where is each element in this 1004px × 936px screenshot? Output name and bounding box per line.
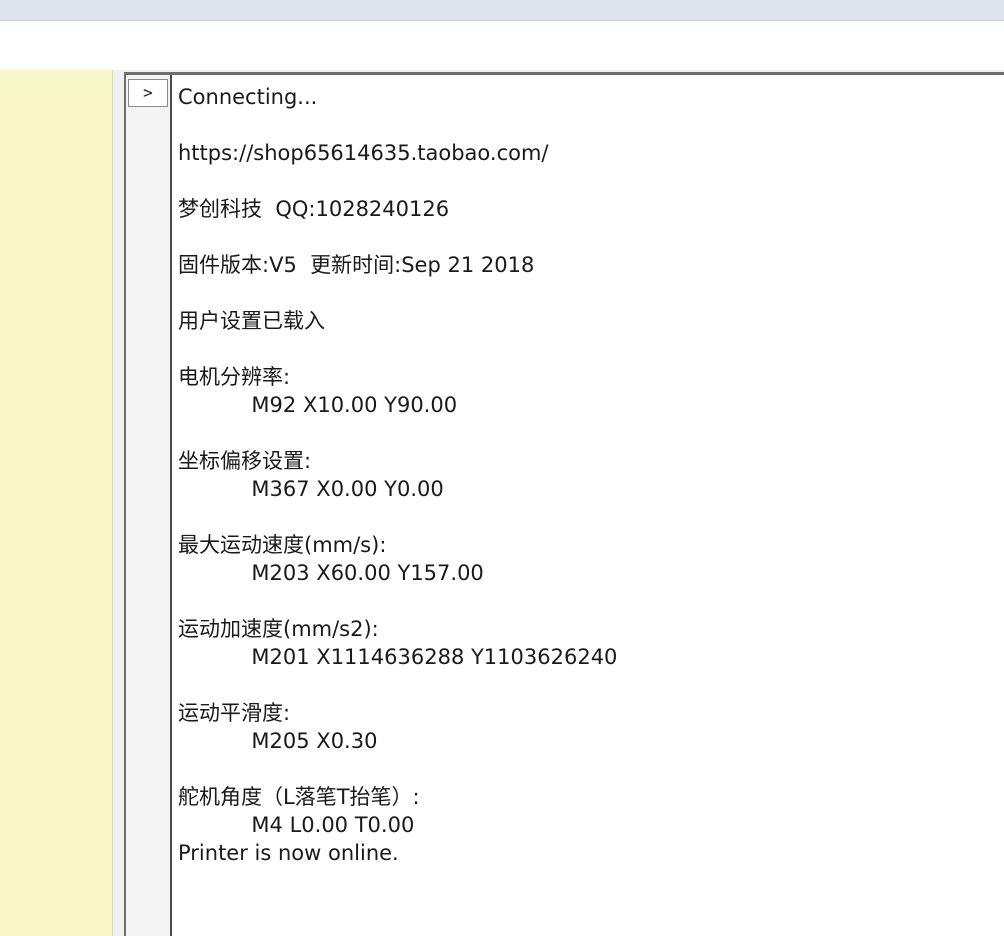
log-line: 舵机角度（L落笔T抬笔）:: [178, 785, 420, 809]
panel-divider: [113, 70, 124, 936]
console-log-text: Connecting... https://shop65614635.taobao…: [178, 83, 617, 867]
log-line: Printer is now online.: [178, 841, 399, 865]
console-log-area[interactable]: Connecting... https://shop65614635.taobao…: [170, 75, 1004, 936]
log-line: M4 L0.00 T0.00: [178, 813, 415, 837]
log-line: 电机分辨率:: [178, 365, 291, 389]
log-line: Connecting...: [178, 85, 318, 109]
log-line: M367 X0.00 Y0.00: [178, 477, 444, 501]
log-line: 梦创科技 QQ:1028240126: [178, 197, 450, 221]
console-prompt-button[interactable]: >: [128, 79, 168, 107]
log-line: M92 X10.00 Y90.00: [178, 393, 458, 417]
log-line: 用户设置已载入: [178, 309, 325, 333]
log-line: M203 X60.00 Y157.00: [178, 561, 484, 585]
console-gutter: [124, 72, 170, 936]
log-line: 坐标偏移设置:: [178, 449, 312, 473]
log-line: 运动加速度(mm/s2):: [178, 617, 379, 641]
log-line: M205 X0.30: [178, 729, 378, 753]
left-side-panel: [0, 70, 113, 936]
window-title-strip: [0, 0, 1004, 21]
toolbar-area: [0, 21, 1004, 70]
log-line: M201 X1114636288 Y1103626240: [178, 645, 618, 669]
log-line: 固件版本:V5 更新时间:Sep 21 2018: [178, 253, 535, 277]
log-line: https://shop65614635.taobao.com/: [178, 141, 549, 165]
log-line: 运动平滑度:: [178, 701, 291, 725]
log-line: 最大运动速度(mm/s):: [178, 533, 387, 557]
